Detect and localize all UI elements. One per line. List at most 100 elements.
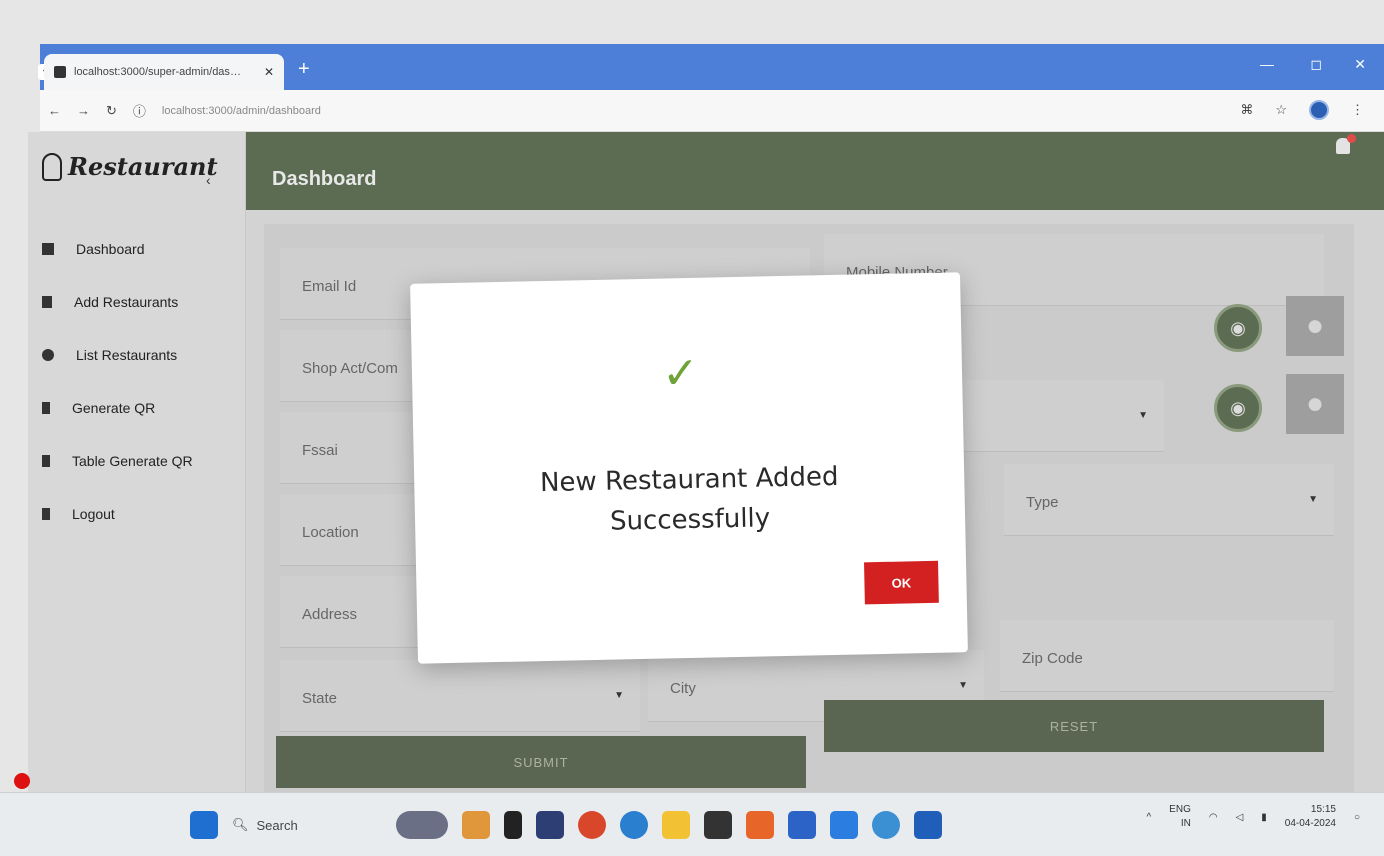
- new-tab-icon[interactable]: +: [298, 58, 310, 81]
- app-icon[interactable]: [914, 811, 942, 839]
- app-icon[interactable]: [746, 811, 774, 839]
- address-bar: ← → ↻ ⓘ localhost:3000/admin/dashboard ⌘…: [40, 90, 1384, 132]
- type-label: Type: [1026, 494, 1059, 511]
- shop-act-label: Shop Act/Com: [302, 360, 398, 377]
- folder-icon[interactable]: [662, 811, 690, 839]
- sidebar-item-table-generate-qr[interactable]: Table Generate QR: [36, 434, 236, 487]
- app-icon[interactable]: [872, 811, 900, 839]
- success-message: New Restaurant Added Successfully: [539, 461, 839, 537]
- zip-code-label: Zip Code: [1022, 650, 1083, 667]
- favicon-icon: [54, 66, 66, 78]
- language-sub-label: IN: [1180, 818, 1191, 829]
- toolbar-right: ⌘ ☆ ⋮: [1240, 100, 1364, 120]
- avatar-placeholder: ●: [1286, 374, 1344, 434]
- chart-icon: [42, 507, 50, 520]
- notifications-icon[interactable]: ○: [1354, 812, 1360, 823]
- wifi-icon[interactable]: ◠: [1209, 812, 1218, 823]
- sidebar-item-label: Table Generate QR: [72, 452, 193, 469]
- info-icon[interactable]: ⓘ: [133, 101, 146, 120]
- submit-button[interactable]: SUBMIT: [276, 736, 806, 788]
- zip-code-field[interactable]: Zip Code: [1000, 620, 1334, 692]
- profile-icon[interactable]: [1309, 100, 1329, 120]
- sidebar-item-list-restaurants[interactable]: List Restaurants: [36, 328, 236, 381]
- minimize-icon[interactable]: —: [1260, 56, 1274, 72]
- translate-icon[interactable]: ⌘: [1240, 102, 1253, 118]
- dashboard-icon: [42, 242, 54, 255]
- chef-hat-icon: [42, 152, 62, 181]
- top-bar: Dashboard: [246, 132, 1384, 210]
- store-icon[interactable]: [704, 811, 732, 839]
- people-icon: [42, 348, 54, 361]
- camera-icon[interactable]: ◉: [1214, 384, 1262, 432]
- address-label: Address: [302, 606, 358, 623]
- time-label: 15:15: [1310, 804, 1336, 815]
- sidebar-item-label: Dashboard: [76, 240, 145, 257]
- system-tray: ^ ENG IN ◠ ◁ ▮ 15:15 04-04-2024 ○: [1146, 803, 1360, 831]
- language-label: ENG: [1169, 804, 1191, 815]
- sidebar-item-dashboard[interactable]: Dashboard: [36, 222, 236, 275]
- sidebar-item-label: List Restaurants: [76, 346, 178, 363]
- close-window-icon[interactable]: ✕: [1354, 56, 1366, 73]
- page-title: Dashboard: [272, 168, 377, 190]
- maximize-icon[interactable]: ◻: [1310, 56, 1322, 73]
- success-dialog: ✓ New Restaurant Added Successfully OK: [410, 272, 968, 664]
- star-icon[interactable]: ☆: [1275, 102, 1287, 118]
- sidebar-item-label: Generate QR: [72, 399, 156, 416]
- reset-button[interactable]: RESET: [824, 700, 1324, 752]
- camera-icon[interactable]: ◉: [1214, 304, 1262, 352]
- browser-tab[interactable]: localhost:3000/super-admin/dashboard ✕: [44, 54, 284, 90]
- url-input[interactable]: localhost:3000/admin/dashboard: [162, 105, 321, 117]
- sidebar-item-add-restaurants[interactable]: Add Restaurants: [36, 275, 236, 328]
- app-icon[interactable]: [462, 811, 490, 839]
- brand-name: Restaurant: [68, 152, 218, 181]
- email-label: Email Id: [302, 278, 357, 295]
- browser-tab-bar: ▾ localhost:3000/super-admin/dashboard ✕…: [38, 44, 1384, 90]
- brand-logo: Restaurant: [42, 152, 218, 181]
- chevron-down-icon: ▼: [614, 690, 624, 701]
- forward-icon[interactable]: →: [77, 103, 90, 118]
- ok-button[interactable]: OK: [864, 560, 939, 605]
- sidebar-item-generate-qr[interactable]: Generate QR: [36, 381, 236, 434]
- sidebar-nav: Dashboard Add Restaurants List Restauran…: [36, 222, 236, 540]
- clock[interactable]: 15:15 04-04-2024: [1285, 803, 1336, 831]
- back-icon[interactable]: ←: [48, 103, 61, 118]
- chevron-up-icon[interactable]: ^: [1146, 812, 1151, 823]
- reload-icon[interactable]: ↻: [106, 103, 117, 119]
- chart-icon: [42, 454, 50, 467]
- sidebar-item-label: Logout: [72, 505, 115, 522]
- fssai-label: Fssai: [302, 442, 338, 459]
- tab-title: localhost:3000/super-admin/dashboard: [74, 66, 244, 78]
- screen: ▾ localhost:3000/super-admin/dashboard ✕…: [0, 0, 1384, 856]
- chart-icon: [42, 401, 50, 414]
- battery-icon[interactable]: ▮: [1261, 812, 1267, 823]
- language-indicator[interactable]: ENG IN: [1169, 803, 1191, 831]
- avatar-placeholder: ●: [1286, 296, 1344, 356]
- chevron-down-icon: ▼: [958, 680, 968, 691]
- date-label: 04-04-2024: [1284, 818, 1336, 829]
- task-view-icon[interactable]: [504, 811, 522, 839]
- state-label: State: [302, 690, 338, 707]
- collapse-sidebar-icon[interactable]: ‹: [206, 172, 211, 188]
- city-label: City: [670, 680, 696, 697]
- notification-badge: [1347, 134, 1356, 143]
- weather-icon[interactable]: [14, 773, 30, 789]
- widgets-icon[interactable]: [396, 811, 448, 839]
- state-select[interactable]: State ▼: [280, 660, 640, 732]
- start-icon[interactable]: [190, 811, 218, 839]
- app-icon[interactable]: [536, 811, 564, 839]
- chrome-icon[interactable]: [578, 811, 606, 839]
- checkmark-icon: ✓: [661, 347, 700, 400]
- cart-icon: [42, 295, 52, 308]
- taskbar-search[interactable]: 🔍︎ Search: [232, 817, 382, 833]
- edge-icon[interactable]: [620, 811, 648, 839]
- app-icon[interactable]: [788, 811, 816, 839]
- menu-icon[interactable]: ⋮: [1351, 102, 1364, 118]
- vscode-icon[interactable]: [830, 811, 858, 839]
- sidebar-item-logout[interactable]: Logout: [36, 487, 236, 540]
- sidebar: Restaurant ‹ Dashboard Add Restaurants L…: [28, 132, 246, 812]
- type-select[interactable]: Type ▼: [1004, 464, 1334, 536]
- volume-icon[interactable]: ◁: [1236, 812, 1244, 823]
- close-tab-icon[interactable]: ✕: [264, 65, 274, 79]
- chevron-down-icon: ▼: [1308, 494, 1318, 505]
- sidebar-item-label: Add Restaurants: [74, 293, 179, 310]
